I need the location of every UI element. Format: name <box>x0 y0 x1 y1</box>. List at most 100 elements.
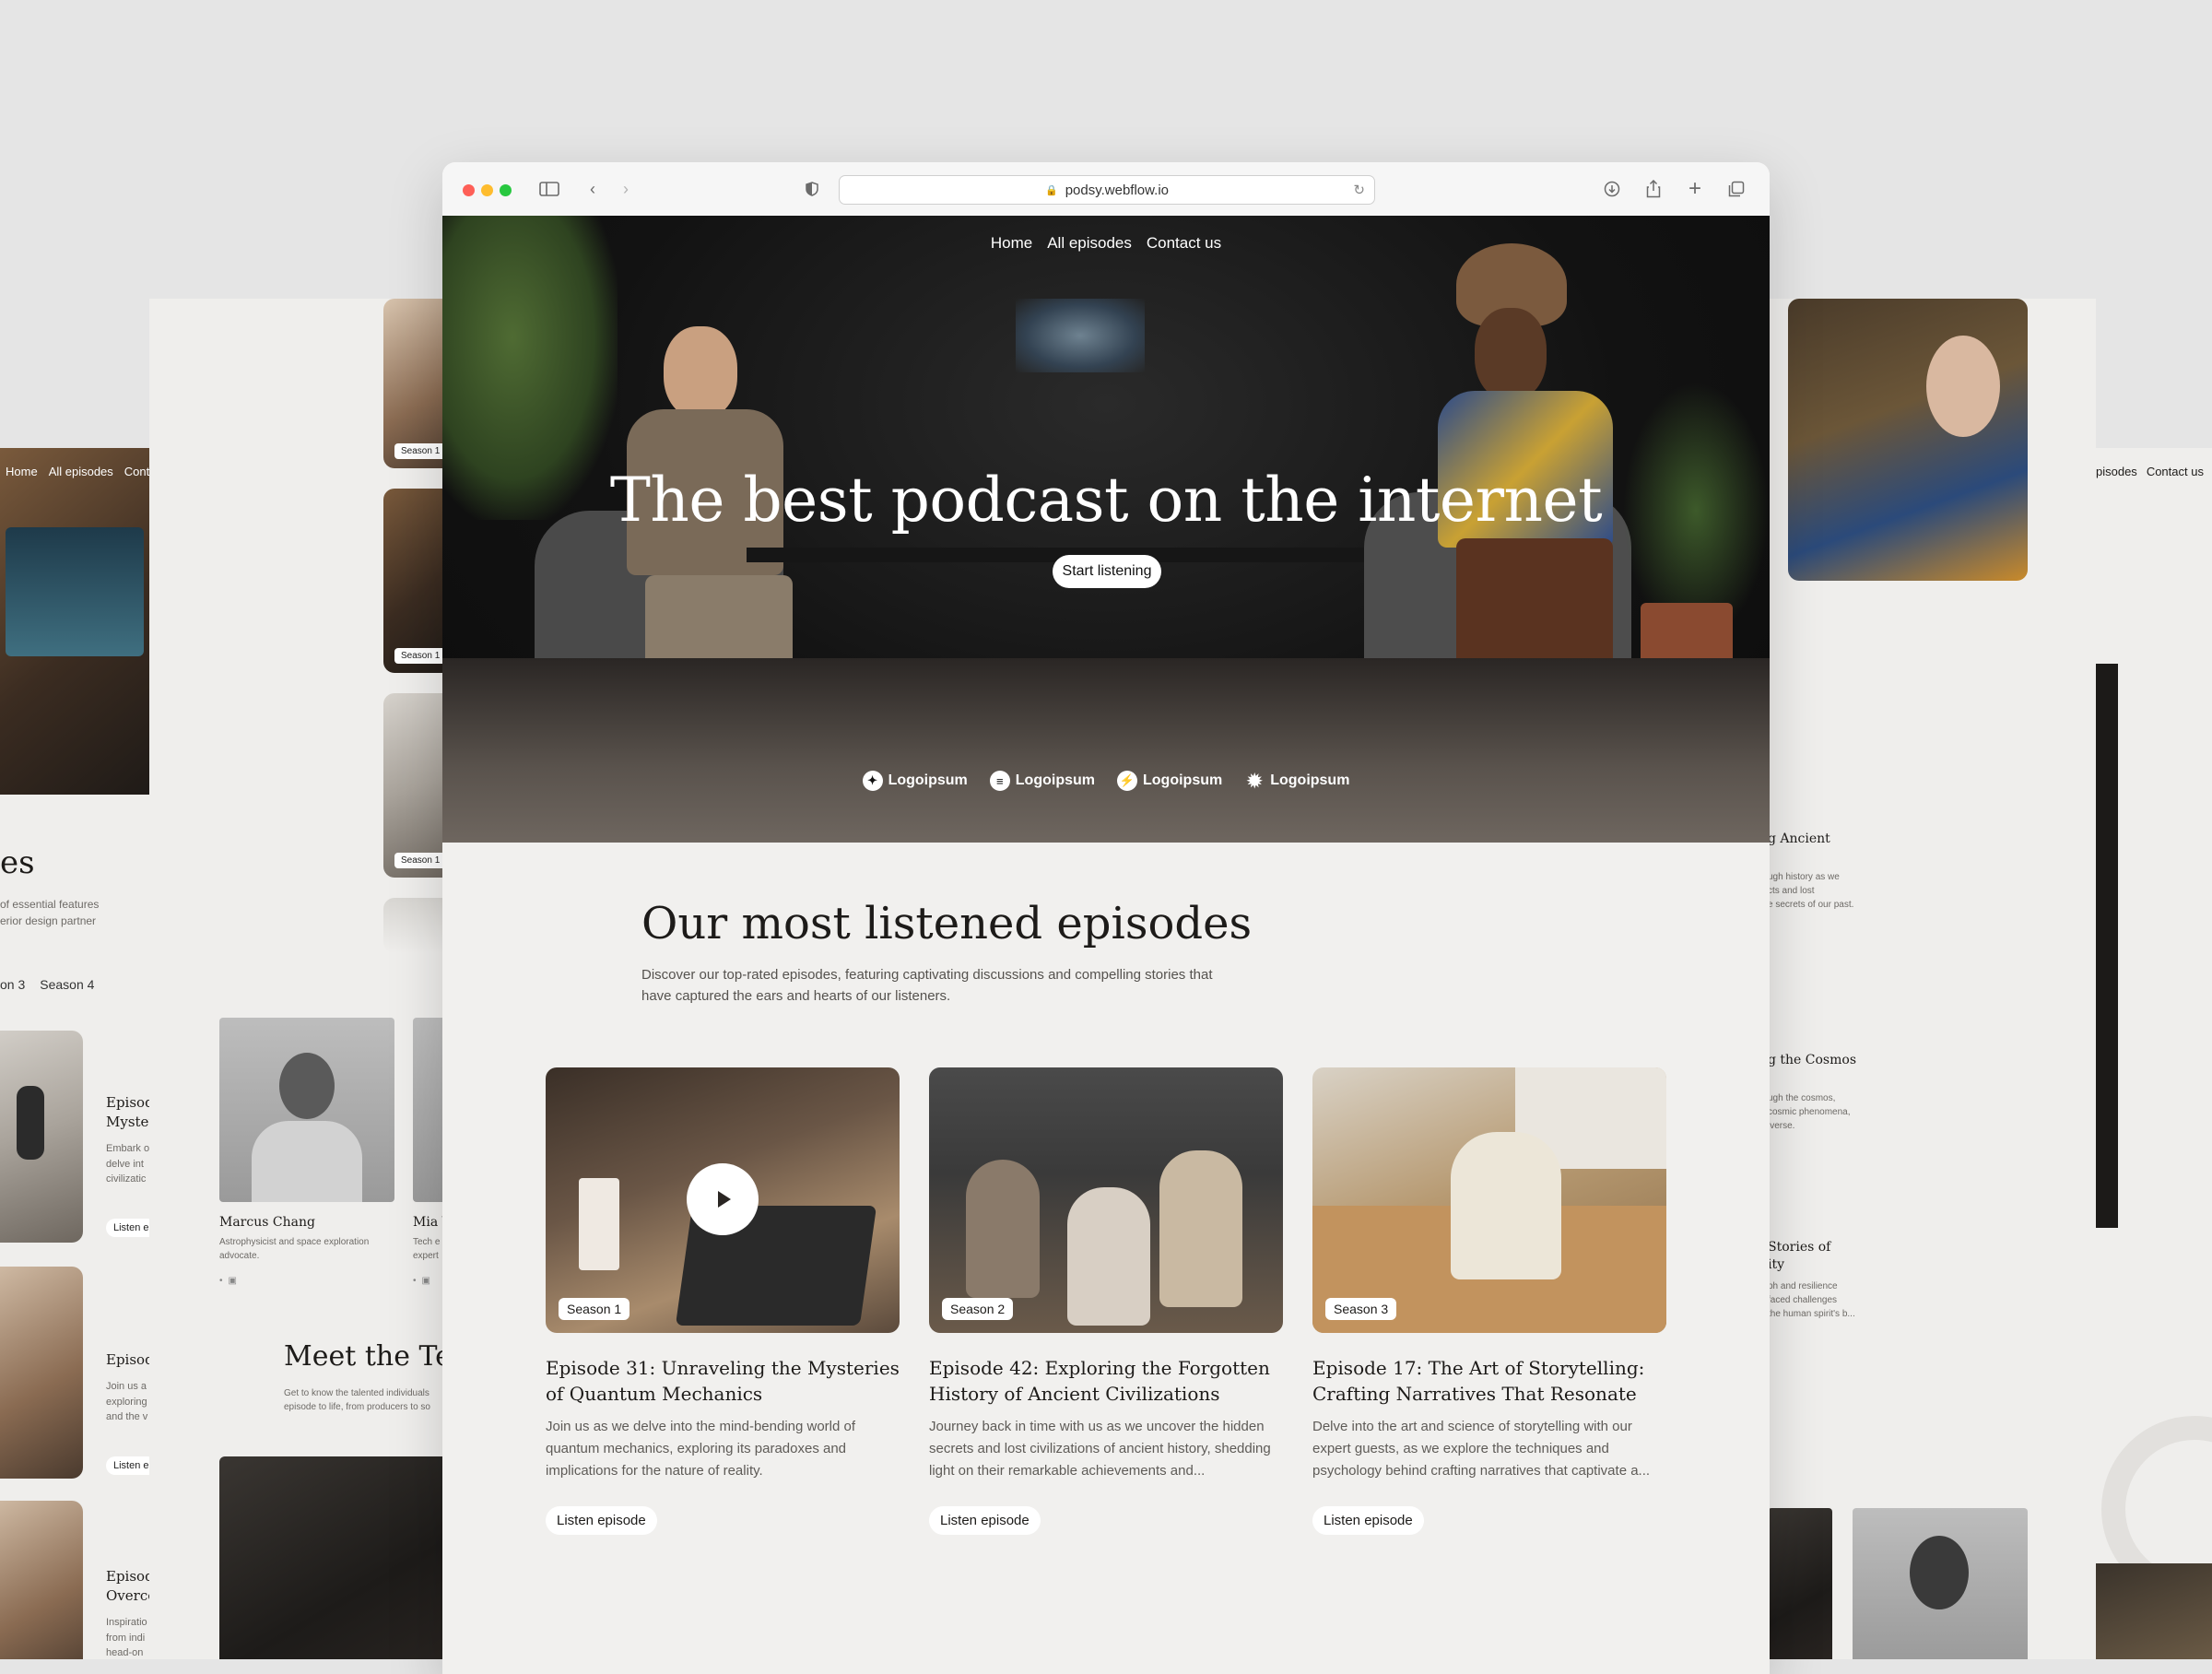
episode-description: Delve into the art and science of storyt… <box>1312 1419 1651 1479</box>
close-window-button[interactable] <box>463 184 475 196</box>
person-image <box>1067 1187 1150 1326</box>
episode-desc: Embark o delve int civilizatic <box>106 1141 149 1187</box>
section-title: Our most listened episodes <box>641 898 1253 949</box>
nav-contact-us[interactable]: Contact us <box>1147 234 1221 253</box>
person-image <box>1451 1132 1561 1279</box>
back-arrow-icon[interactable]: ‹ <box>581 177 605 201</box>
episode-thumb <box>0 1267 83 1479</box>
portrait-body <box>252 1121 362 1202</box>
background-page-mid-left: Season 1 Season 1 Season 1 Marcus Chang … <box>149 299 453 1659</box>
person-image <box>966 1160 1040 1298</box>
episode-thumb <box>0 1031 83 1243</box>
listen-episode-button[interactable]: Listen episode <box>546 1506 657 1535</box>
title-line: Episod <box>106 1094 154 1111</box>
browser-toolbar: ‹ › 🔒 podsy.webflow.io ↻ + <box>442 162 1770 217</box>
episode-card[interactable]: Season 1 Episode 31: Unraveling the Myst… <box>546 1067 900 1535</box>
minimize-window-button[interactable] <box>481 184 493 196</box>
episode-title: Episod Myster <box>106 1093 156 1132</box>
coffee-cup-image <box>579 1178 619 1270</box>
reload-icon[interactable]: ↻ <box>1353 182 1365 198</box>
linkedin-icon[interactable]: ▣ <box>229 1276 237 1286</box>
nav-all-episodes[interactable]: pisodes <box>2096 465 2137 478</box>
section-description: Discover our top-rated episodes, featuri… <box>641 967 1213 1005</box>
season-badge: Season 1 <box>394 443 447 459</box>
floor <box>442 658 1770 843</box>
listen-episode-button[interactable]: Listen episode <box>1312 1506 1424 1535</box>
logo-mark-icon: ✹ <box>1246 771 1263 792</box>
forward-arrow-icon[interactable]: › <box>614 177 638 201</box>
hero-section: Home All episodes Contact us The best po… <box>442 216 1770 843</box>
desc-line: erior design partner <box>0 914 97 927</box>
episode-title[interactable]: Episode 42: Exploring the Forgotten Hist… <box>929 1355 1283 1407</box>
play-icon <box>718 1191 731 1208</box>
new-tab-icon[interactable]: + <box>1683 176 1707 201</box>
episode-description: Journey back in time with us as we uncov… <box>929 1419 1271 1479</box>
person-image <box>1159 1150 1242 1307</box>
episode-title: Episod <box>106 1351 154 1368</box>
address-bar[interactable]: 🔒 podsy.webflow.io ↻ <box>839 175 1375 205</box>
title-line: Myster <box>106 1114 156 1130</box>
desc-line: faced challenges <box>1768 1295 1838 1305</box>
play-button[interactable] <box>687 1163 759 1235</box>
section-desc: of essential features erior design partn… <box>0 896 99 929</box>
season-badge: Season 1 <box>394 648 447 664</box>
background-page-left: Home All episodes Cont es of essential f… <box>0 448 157 1659</box>
hero-title: The best podcast on the internet <box>609 465 1603 536</box>
bottom-photo <box>2096 1563 2212 1659</box>
background-page-far-right: pisodes Contact us <box>2096 448 2212 1659</box>
share-icon[interactable] <box>1641 177 1665 201</box>
listen-episode-button[interactable]: Listen episode <box>929 1506 1041 1535</box>
nav-home[interactable]: Home <box>991 234 1032 253</box>
lock-icon: 🔒 <box>1045 184 1058 196</box>
partner-logo: ⚡ Logoipsum <box>1117 771 1222 791</box>
desc-line: ugh history as we <box>1768 872 1840 882</box>
linkedin-icon[interactable]: ▣ <box>422 1276 430 1286</box>
desc-line: delve int <box>106 1158 144 1170</box>
desc-line: cts and lost <box>1768 886 1815 896</box>
nav-contact[interactable]: Cont <box>124 465 149 478</box>
team-member-photo <box>219 1018 394 1202</box>
team-member-photo <box>1768 1508 1832 1659</box>
partner-logo: ≡ Logoipsum <box>989 771 1095 791</box>
title-line: ity <box>1768 1256 1785 1272</box>
meet-team-title: Meet the Te <box>284 1340 452 1373</box>
desc-line: iverse. <box>1768 1121 1795 1131</box>
section-heading-fragment: es <box>0 844 35 881</box>
tab-season-4[interactable]: Season 4 <box>40 977 94 992</box>
start-listening-button[interactable]: Start listening <box>1053 555 1161 588</box>
microphone-image <box>17 1086 44 1160</box>
social-icons: • ▣ <box>219 1276 237 1286</box>
episode-title[interactable]: Episode 17: The Art of Storytelling: Cra… <box>1312 1355 1666 1407</box>
episode-desc: Join us a exploring and the v <box>106 1379 147 1425</box>
twitter-icon[interactable]: • <box>219 1276 223 1286</box>
tab-overview-icon[interactable] <box>1724 177 1748 201</box>
twitter-icon[interactable]: • <box>413 1276 417 1286</box>
desc-line: and the v <box>106 1411 148 1422</box>
season-badge: Season 1 <box>394 853 447 868</box>
browser-window: ‹ › 🔒 podsy.webflow.io ↻ + Home All epis… <box>442 162 1770 1674</box>
title-line: Episod <box>106 1351 154 1368</box>
desc-line: Inspiratio <box>106 1617 147 1628</box>
partner-logo: ✹ Logoipsum <box>1244 771 1350 792</box>
camera-screen <box>1016 299 1145 372</box>
tab-season-3[interactable]: on 3 <box>0 977 25 992</box>
maximize-window-button[interactable] <box>500 184 512 196</box>
nav-home[interactable]: Home <box>6 465 38 478</box>
episode-card[interactable]: Season 2 Episode 42: Exploring the Forgo… <box>929 1067 1283 1535</box>
desc-line: e secrets of our past. <box>1768 900 1854 910</box>
nav-all-episodes[interactable]: All episodes <box>1047 234 1132 253</box>
meet-team-desc: Get to know the talented individuals epi… <box>284 1388 430 1412</box>
desc-line: ph and resilience <box>1768 1281 1838 1291</box>
season-tabs: on 3 Season 4 <box>0 977 94 992</box>
privacy-shield-icon[interactable] <box>800 177 824 201</box>
download-icon[interactable] <box>1600 177 1624 201</box>
desc-line: head-on <box>106 1647 144 1658</box>
nav-contact-us[interactable]: Contact us <box>2147 465 2204 478</box>
nav-all-episodes[interactable]: All episodes <box>49 465 113 478</box>
episode-desc: ugh history as we cts and lost e secrets… <box>1768 870 1853 912</box>
episode-title[interactable]: Episode 31: Unraveling the Mysteries of … <box>546 1355 900 1407</box>
episode-desc: ugh the cosmos, cosmic phenomena, iverse… <box>1768 1091 1851 1133</box>
team-member-photo <box>1853 1508 2028 1659</box>
episode-card[interactable]: Season 3 Episode 17: The Art of Storytel… <box>1312 1067 1666 1535</box>
sidebar-toggle-icon[interactable] <box>537 177 561 201</box>
